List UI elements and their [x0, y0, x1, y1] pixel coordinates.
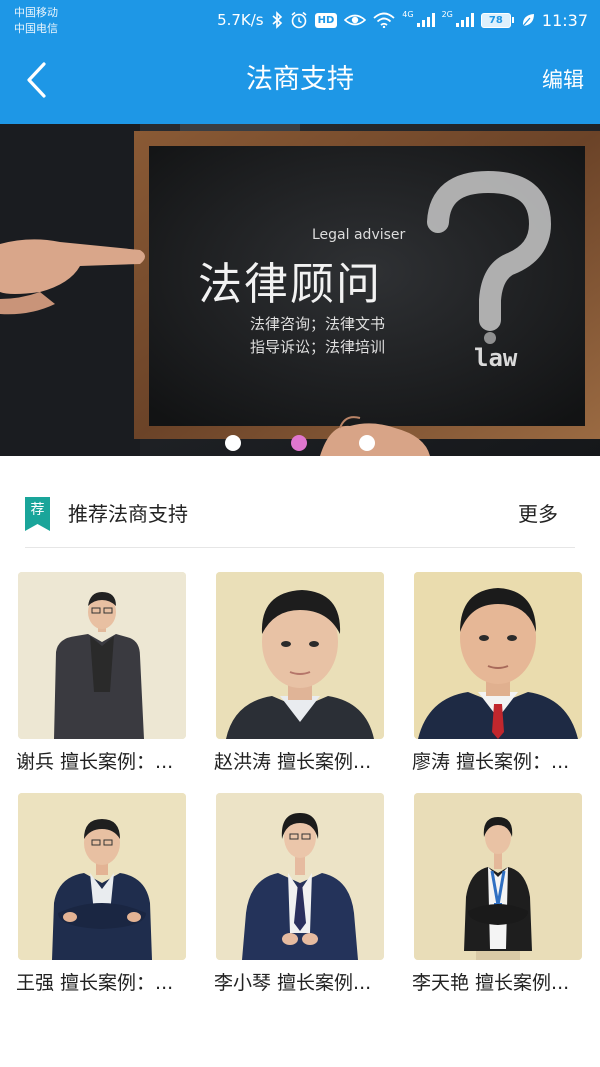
banner-caption-law: law [474, 344, 518, 372]
eye-icon [344, 11, 367, 29]
lawyer-caption: 赵洪涛 擅长案例... [214, 751, 372, 773]
alarm-icon [290, 11, 308, 29]
lawyer-caption: 李小琴 擅长案例... [214, 972, 372, 994]
banner-caption-en: Legal adviser [312, 227, 406, 243]
lawyer-photo [18, 572, 186, 739]
recommend-section-header: 荐 推荐法商支持 更多 [0, 456, 600, 548]
carrier-2: 中国电信 [14, 22, 58, 35]
lawyer-caption: 谢兵 擅长案例：... [16, 751, 174, 773]
top-bar: 中国移动 中国电信 5.7K/s HD 4G 2G 78 11:37 法商支持 … [0, 0, 600, 124]
lawyer-photo [216, 572, 384, 739]
leaf-icon [521, 11, 535, 29]
lawyer-card[interactable]: 廖涛 擅长案例：... [412, 572, 590, 782]
banner-carousel[interactable]: Legal adviser 法律顾问 法律咨询；法律文书 指导诉讼；法律培训 l… [0, 124, 600, 456]
carousel-dot-3[interactable] [359, 435, 375, 451]
more-link[interactable]: 更多 [518, 500, 558, 528]
lawyer-card[interactable]: 赵洪涛 擅长案例... [214, 572, 392, 782]
recommend-badge-label: 荐 [30, 502, 45, 518]
lawyer-caption: 李天艳 擅长案例... [412, 972, 570, 994]
page-title: 法商支持 [246, 64, 354, 95]
section-title: 推荐法商支持 [68, 502, 188, 526]
status-icons: 5.7K/s HD 4G 2G 78 11:37 [217, 10, 588, 30]
carrier-labels: 中国移动 中国电信 [14, 5, 58, 37]
battery-icon: 78 [480, 12, 514, 28]
signal-bars-2-icon [455, 13, 474, 27]
status-bar: 中国移动 中国电信 5.7K/s HD 4G 2G 78 11:37 [0, 0, 600, 40]
lawyer-card[interactable]: 谢兵 擅长案例：... [16, 572, 194, 782]
signal-bars-1-icon [416, 13, 435, 27]
net-speed: 5.7K/s [217, 11, 264, 29]
banner-caption-title: 法律顾问 [198, 259, 382, 310]
bluetooth-icon [271, 11, 283, 29]
carousel-dot-2[interactable] [291, 435, 307, 451]
lawyer-photo [18, 793, 186, 960]
wifi-icon [373, 11, 395, 29]
battery-level: 78 [480, 12, 511, 28]
banner-caption-line-1: 法律咨询；法律文书 [250, 315, 386, 333]
app-screen: 中国移动 中国电信 5.7K/s HD 4G 2G 78 11:37 法商支持 … [0, 0, 600, 1067]
edit-button[interactable]: 编辑 [542, 64, 584, 96]
lawyer-card[interactable]: 王强 擅长案例：... [16, 793, 194, 1003]
carrier-1: 中国移动 [14, 6, 58, 19]
banner-caption-line-2: 指导诉讼；法律培训 [250, 338, 386, 356]
nav-bar: 法商支持 编辑 [0, 40, 600, 124]
clock: 11:37 [541, 10, 588, 30]
net-type-2: 2G [441, 10, 453, 19]
carousel-dot-1[interactable] [225, 435, 241, 451]
lawyer-photo [414, 572, 582, 739]
lawyer-photo [216, 793, 384, 960]
lawyer-caption: 廖涛 擅长案例：... [412, 751, 570, 773]
carousel-indicator [0, 435, 600, 451]
lawyer-card[interactable]: 李天艳 擅长案例... [412, 793, 590, 1003]
lawyer-card[interactable]: 李小琴 擅长案例... [214, 793, 392, 1003]
net-type-1: 4G [402, 10, 414, 19]
section-divider [25, 547, 575, 548]
lawyer-caption: 王强 擅长案例：... [16, 972, 174, 994]
hd-badge: HD [314, 12, 338, 28]
lawyer-photo [414, 793, 582, 960]
